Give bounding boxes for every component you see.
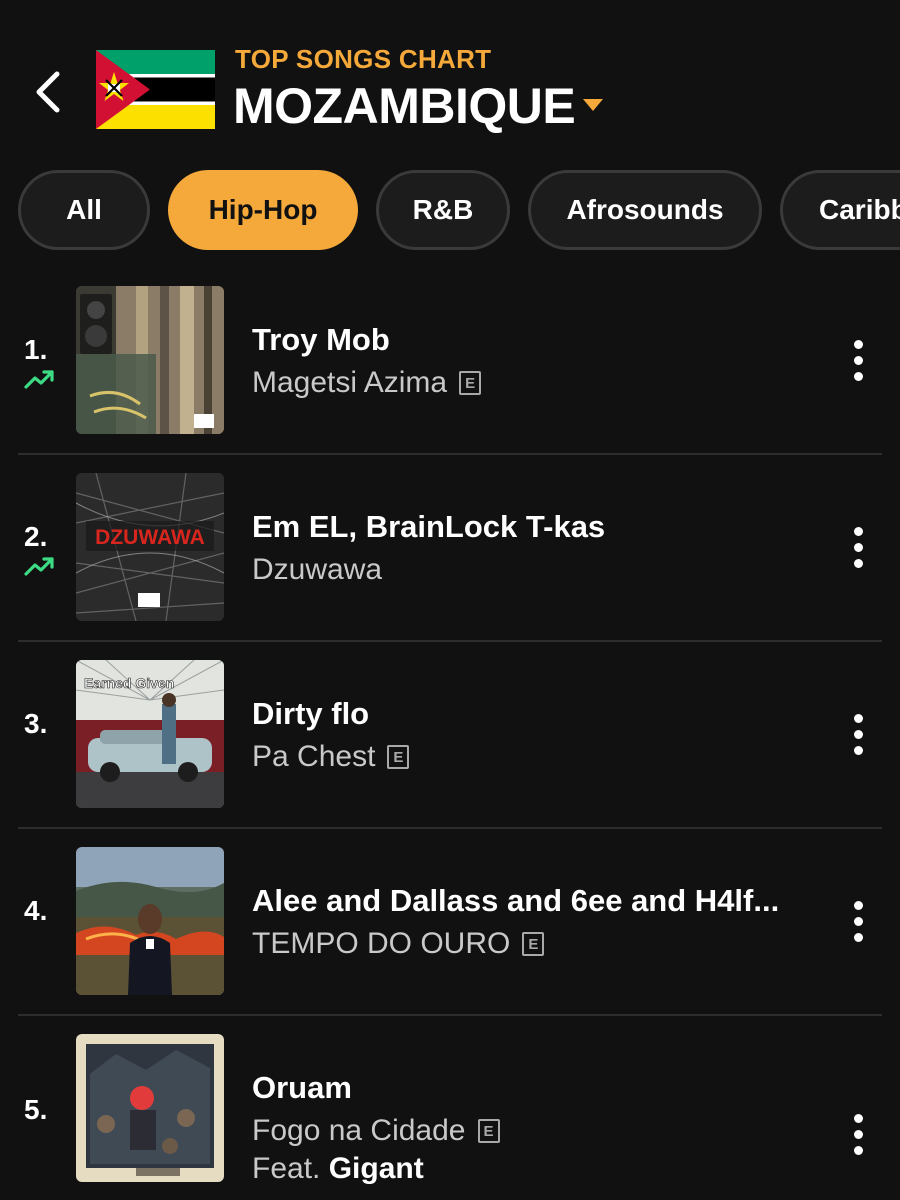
header: TOP SONGS CHART MOZAMBIQUE bbox=[0, 0, 900, 150]
country-selector[interactable]: MOZAMBIQUE bbox=[233, 76, 604, 136]
song-artist: Fogo na Cidade bbox=[252, 1114, 466, 1147]
song-title: Alee and Dallass and 6ee and H4lf... bbox=[252, 883, 780, 918]
song-rank: 1. bbox=[24, 334, 48, 365]
country-name: MOZAMBIQUE bbox=[233, 78, 576, 134]
song-row[interactable]: 5. Oruam Fogo na Cidade E Feat. Gigant bbox=[0, 1016, 900, 1200]
song-rank: 5. bbox=[24, 1094, 48, 1125]
explicit-badge: E bbox=[459, 371, 482, 395]
explicit-badge: E bbox=[387, 745, 410, 769]
genre-pill-all[interactable]: All bbox=[18, 170, 150, 250]
song-title: Oruam bbox=[252, 1070, 352, 1105]
caret-down-icon bbox=[583, 99, 604, 111]
genre-tabs: All Hip-Hop R&B Afrosounds Caribbean bbox=[0, 168, 900, 254]
genre-pill-hip-hop[interactable]: Hip-Hop bbox=[168, 170, 358, 250]
album-art bbox=[76, 286, 224, 434]
top-songs-chart-screen: TOP SONGS CHART MOZAMBIQUE All Hip-Hop R… bbox=[0, 0, 900, 1200]
back-button[interactable] bbox=[26, 62, 70, 122]
explicit-badge: E bbox=[477, 1119, 500, 1143]
genre-pill-rnb[interactable]: R&B bbox=[376, 170, 510, 250]
mozambique-flag-icon bbox=[96, 50, 215, 129]
song-row[interactable]: 1. Troy Mob Magetsi Azima E bbox=[0, 268, 900, 455]
song-artist-line: TEMPO DO OURO E bbox=[252, 926, 545, 962]
album-art: Earned Given bbox=[76, 660, 224, 808]
trending-up-icon bbox=[24, 557, 54, 576]
song-rank: 3. bbox=[24, 708, 48, 739]
more-options-button[interactable] bbox=[838, 515, 878, 579]
trending-up-icon bbox=[24, 370, 54, 389]
song-artist-line: Magetsi Azima E bbox=[252, 365, 482, 401]
chevron-left-icon bbox=[36, 71, 60, 113]
genre-pill-afrosounds[interactable]: Afrosounds bbox=[528, 170, 762, 250]
song-artist: TEMPO DO OURO bbox=[252, 927, 511, 960]
more-options-button[interactable] bbox=[838, 328, 878, 392]
more-options-button[interactable] bbox=[838, 1102, 878, 1166]
explicit-badge: E bbox=[522, 932, 545, 956]
song-rank: 4. bbox=[24, 895, 48, 926]
album-art bbox=[76, 847, 224, 995]
song-title: Em EL, BrainLock T-kas bbox=[252, 509, 606, 544]
more-options-button[interactable] bbox=[838, 702, 878, 766]
album-art-text: DZUWAWA bbox=[95, 526, 205, 549]
genre-pill-caribbean[interactable]: Caribbean bbox=[780, 170, 900, 250]
featured-artist-line: Feat. Gigant bbox=[252, 1152, 424, 1186]
song-artist: Magetsi Azima bbox=[252, 366, 448, 399]
feat-label: Feat. bbox=[252, 1152, 329, 1185]
album-art-text: Earned Given bbox=[84, 675, 174, 691]
song-rank: 2. bbox=[24, 521, 48, 552]
song-title: Dirty flo bbox=[252, 696, 370, 731]
song-row[interactable]: 4. Alee and Dallass and 6ee and H4lf... … bbox=[0, 829, 900, 1016]
song-artist-line: Dzuwawa bbox=[252, 552, 382, 588]
song-artist-line: Pa Chest E bbox=[252, 739, 410, 775]
song-title: Troy Mob bbox=[252, 322, 390, 357]
album-art bbox=[76, 1034, 224, 1182]
song-row[interactable]: 2. DZUWAWA Em EL, BrainLock T-kas Dzuwaw… bbox=[0, 455, 900, 642]
featured-artist[interactable]: Gigant bbox=[329, 1152, 424, 1185]
chart-kicker: TOP SONGS CHART bbox=[235, 44, 492, 74]
song-artist-line: Fogo na Cidade E bbox=[252, 1113, 500, 1149]
more-options-button[interactable] bbox=[838, 889, 878, 953]
song-row[interactable]: 3. Earned Given Dirty flo Pa Chest E bbox=[0, 642, 900, 829]
song-artist: Dzuwawa bbox=[252, 553, 383, 586]
album-art: DZUWAWA bbox=[76, 473, 224, 621]
song-artist: Pa Chest bbox=[252, 740, 376, 773]
